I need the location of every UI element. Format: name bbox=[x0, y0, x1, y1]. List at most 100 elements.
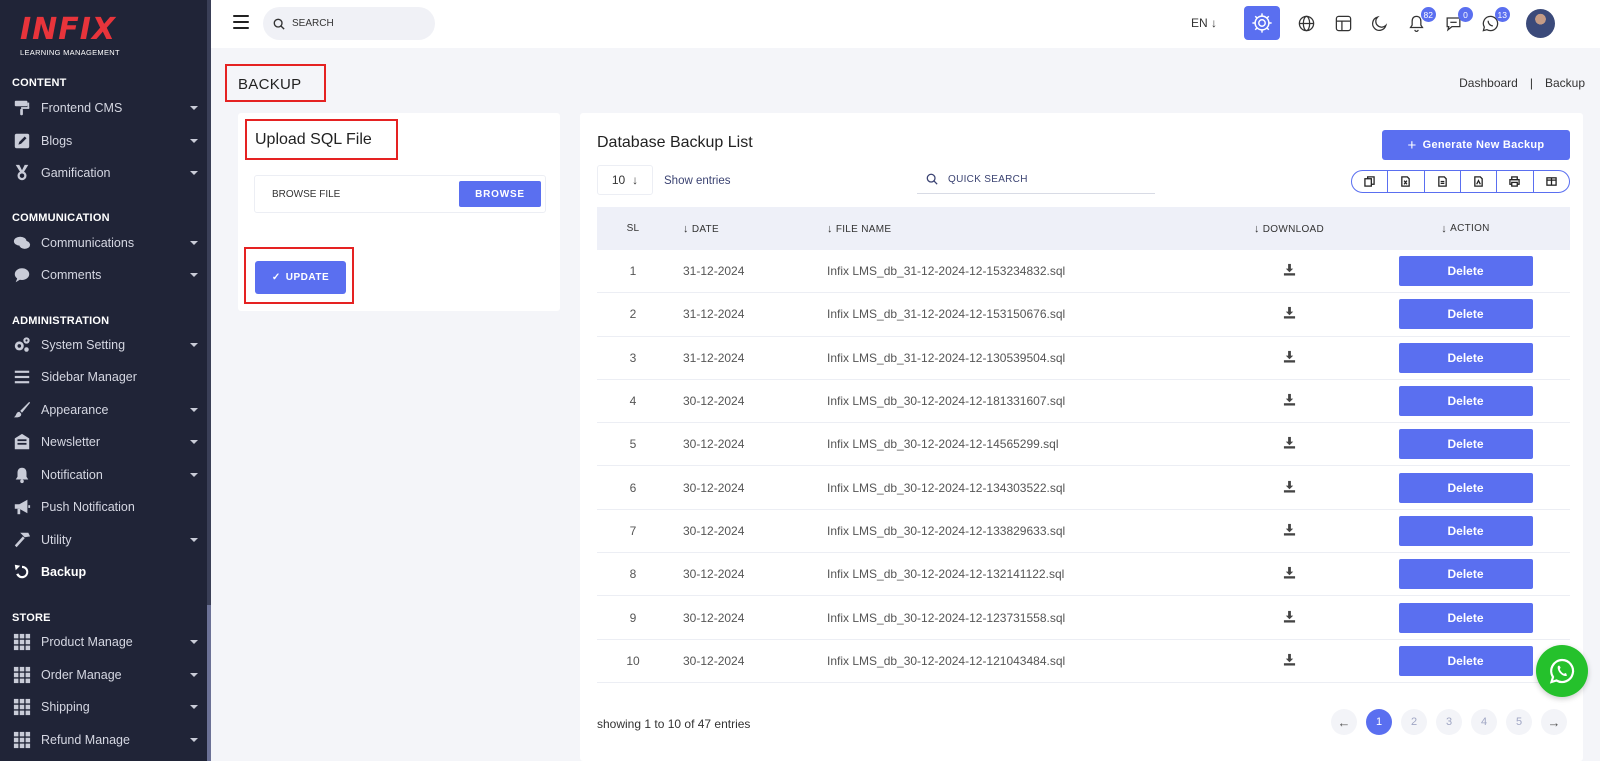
page-button-5[interactable]: 5 bbox=[1506, 709, 1532, 735]
browse-button[interactable]: BROWSE bbox=[459, 181, 541, 207]
megaphone-icon bbox=[12, 497, 32, 517]
sidebar-item-backup[interactable]: Backup bbox=[12, 559, 198, 585]
download-button[interactable] bbox=[1217, 350, 1361, 366]
sidebar-item-notification[interactable]: Notification bbox=[12, 462, 198, 488]
download-button[interactable] bbox=[1217, 610, 1361, 626]
delete-button[interactable]: Delete bbox=[1398, 515, 1533, 546]
breadcrumb-current: Backup bbox=[1544, 76, 1585, 90]
download-button[interactable] bbox=[1217, 523, 1361, 539]
global-search[interactable] bbox=[263, 7, 435, 40]
sidebar-item-product-manage[interactable]: Product Manage bbox=[12, 629, 198, 655]
sidebar-item-newsletter[interactable]: Newsletter bbox=[12, 429, 198, 455]
download-button[interactable] bbox=[1217, 480, 1361, 496]
layout-button[interactable] bbox=[1332, 12, 1354, 34]
prev-page-button[interactable]: ← bbox=[1331, 709, 1357, 735]
brand-logo[interactable]: INFIX LEARNING MANAGEMENT bbox=[20, 14, 130, 60]
gear-icon bbox=[1252, 13, 1272, 33]
sidebar-item-appearance[interactable]: Appearance bbox=[12, 397, 198, 423]
section-title-store: STORE bbox=[12, 612, 51, 624]
csv-export-button[interactable] bbox=[1425, 171, 1461, 192]
breadcrumb-dashboard-link[interactable]: Dashboard bbox=[1459, 76, 1518, 90]
menu-toggle-icon[interactable] bbox=[233, 15, 249, 29]
sidebar-item-utility[interactable]: Utility bbox=[12, 527, 198, 553]
column-header-date[interactable]: ↓ DATE bbox=[669, 223, 813, 235]
sidebar-item-blogs[interactable]: Blogs bbox=[12, 128, 198, 154]
row-date: 30-12-2024 bbox=[683, 523, 745, 538]
row-action: Delete bbox=[1361, 342, 1570, 373]
download-button[interactable] bbox=[1217, 653, 1361, 669]
column-visibility-button[interactable] bbox=[1534, 171, 1569, 192]
backup-list-card: Database Backup List + Generate New Back… bbox=[580, 113, 1583, 761]
row-file-name: Infix LMS_db_30-12-2024-12-132141122.sql bbox=[827, 567, 1065, 582]
delete-button[interactable]: Delete bbox=[1398, 299, 1533, 330]
delete-button[interactable]: Delete bbox=[1398, 472, 1533, 503]
quick-search[interactable] bbox=[917, 165, 1155, 194]
page-button-1[interactable]: 1 bbox=[1366, 709, 1392, 735]
next-page-button[interactable]: → bbox=[1541, 709, 1567, 735]
sidebar-item-label: Communications bbox=[41, 236, 135, 250]
column-header-sl[interactable]: SL bbox=[597, 223, 669, 234]
sidebar-item-sidebar-manager[interactable]: Sidebar Manager bbox=[12, 364, 198, 390]
pdf-export-button[interactable] bbox=[1461, 171, 1498, 192]
page-button-4[interactable]: 4 bbox=[1471, 709, 1497, 735]
whatsapp-chat-button[interactable] bbox=[1536, 645, 1588, 697]
file-input-row[interactable]: BROWSE FILE BROWSE bbox=[254, 175, 546, 213]
delete-button[interactable]: Delete bbox=[1398, 602, 1533, 633]
chevron-down-icon bbox=[190, 171, 198, 175]
download-button[interactable] bbox=[1217, 393, 1361, 409]
sidebar-item-order-manage[interactable]: Order Manage bbox=[12, 662, 198, 688]
whatsapp-icon bbox=[1549, 658, 1575, 684]
download-button[interactable] bbox=[1217, 566, 1361, 582]
search-input[interactable] bbox=[292, 18, 412, 29]
page-button-3[interactable]: 3 bbox=[1436, 709, 1462, 735]
website-button[interactable] bbox=[1295, 12, 1317, 34]
chevron-down-icon bbox=[190, 640, 198, 644]
sidebar-item-refund-manage[interactable]: Refund Manage bbox=[12, 727, 198, 753]
messages-button[interactable]: 0 bbox=[1442, 7, 1473, 34]
notifications-button[interactable]: 82 bbox=[1405, 7, 1436, 34]
row-date: 30-12-2024 bbox=[683, 653, 745, 668]
delete-button[interactable]: Delete bbox=[1398, 386, 1533, 417]
column-header-file[interactable]: ↓ FILE NAME bbox=[813, 223, 1217, 235]
language-selector[interactable]: EN ↓ bbox=[1191, 16, 1217, 30]
sidebar-item-system-setting[interactable]: System Setting bbox=[12, 332, 198, 358]
download-button[interactable] bbox=[1217, 263, 1361, 279]
excel-file-icon bbox=[1401, 176, 1411, 187]
delete-button[interactable]: Delete bbox=[1398, 429, 1533, 460]
user-avatar[interactable] bbox=[1526, 9, 1555, 38]
page-size-select[interactable]: 10 ↓ bbox=[597, 165, 653, 195]
update-button[interactable]: ✓ UPDATE bbox=[255, 261, 346, 294]
sidebar-item-push-notification[interactable]: Push Notification bbox=[12, 494, 198, 520]
sidebar-item-communications[interactable]: Communications bbox=[12, 230, 198, 256]
row-sl: 6 bbox=[629, 480, 637, 495]
sidebar-scroll-thumb[interactable] bbox=[207, 605, 211, 761]
download-icon bbox=[1283, 610, 1295, 623]
delete-button[interactable]: Delete bbox=[1398, 559, 1533, 590]
paint-roller-icon bbox=[12, 98, 32, 118]
copy-button[interactable] bbox=[1352, 171, 1389, 192]
row-action: Delete bbox=[1361, 472, 1570, 503]
quick-search-input[interactable] bbox=[948, 173, 1138, 185]
download-button[interactable] bbox=[1217, 436, 1361, 452]
delete-button[interactable]: Delete bbox=[1398, 645, 1533, 676]
search-icon bbox=[273, 18, 285, 30]
excel-export-button[interactable] bbox=[1388, 171, 1425, 192]
sidebar-item-shipping[interactable]: Shipping bbox=[12, 694, 198, 720]
column-header-download[interactable]: ↓ DOWNLOAD bbox=[1217, 223, 1361, 235]
search-icon bbox=[926, 173, 938, 185]
chats-button[interactable]: 13 bbox=[1479, 7, 1510, 34]
table-row: 8 30-12-2024 Infix LMS_db_30-12-2024-12-13… bbox=[597, 553, 1570, 597]
column-header-action[interactable]: ↓ ACTION bbox=[1361, 223, 1570, 235]
download-icon bbox=[1283, 264, 1295, 276]
download-button[interactable] bbox=[1217, 306, 1361, 322]
sidebar-item-comments[interactable]: Comments bbox=[12, 262, 198, 288]
generate-backup-button[interactable]: + Generate New Backup bbox=[1382, 130, 1570, 160]
settings-button[interactable] bbox=[1244, 6, 1280, 40]
page-button-2[interactable]: 2 bbox=[1401, 709, 1427, 735]
sidebar-item-gamification[interactable]: Gamification bbox=[12, 160, 198, 186]
print-button[interactable] bbox=[1497, 171, 1534, 192]
sidebar-item-frontend-cms[interactable]: Frontend CMS bbox=[12, 95, 198, 121]
dark-mode-button[interactable] bbox=[1368, 12, 1390, 34]
delete-button[interactable]: Delete bbox=[1398, 342, 1533, 373]
delete-button[interactable]: Delete bbox=[1398, 256, 1533, 287]
